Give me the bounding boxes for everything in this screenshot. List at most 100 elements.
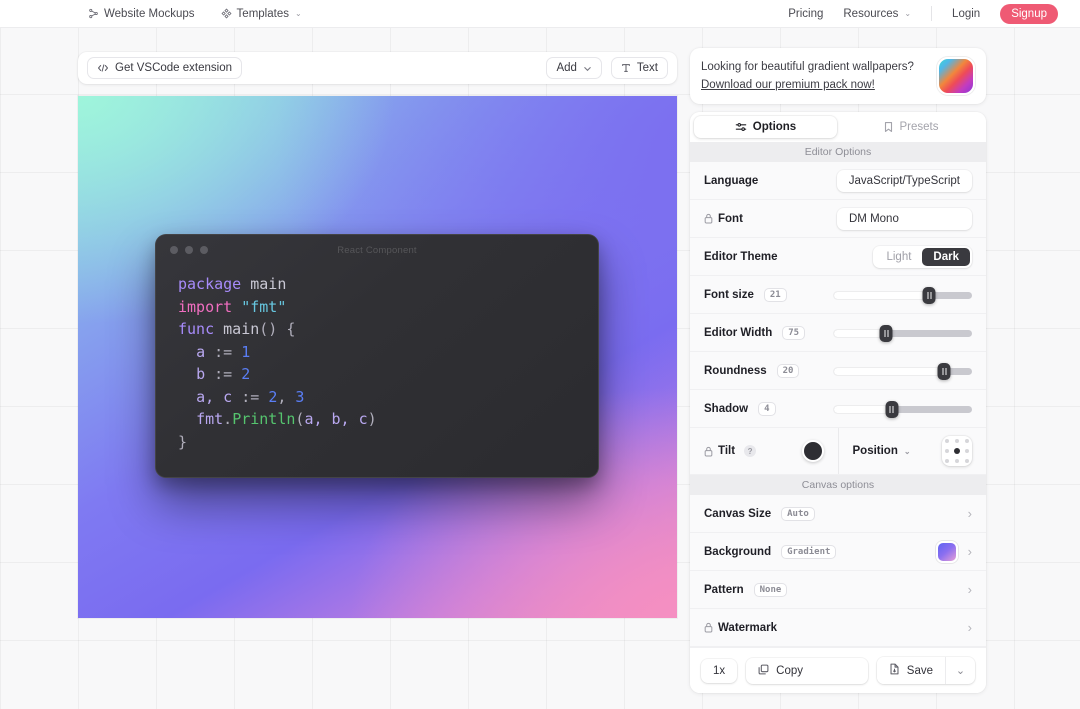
code-token: main [223,320,260,338]
font-size-value: 21 [763,287,787,302]
row-pattern[interactable]: Pattern None › [690,571,986,609]
save-button[interactable]: Save [876,657,945,684]
position-cell-8[interactable] [965,459,969,463]
background-value: Gradient [781,544,837,559]
add-button-label: Add [556,62,577,74]
code-token: . [223,410,233,428]
slider-thumb[interactable] [937,362,951,380]
position-label[interactable]: Position ⌄ [853,445,911,457]
row-canvas-size[interactable]: Canvas Size Auto › [690,495,986,533]
position-label-text: Position [852,445,898,457]
code-line: } [178,431,576,454]
settings-panel: Looking for beautiful gradient wallpaper… [690,48,986,693]
editor-width-slider[interactable] [834,324,972,342]
slider-thumb[interactable] [885,400,899,418]
background-gradient-swatch[interactable] [935,540,958,563]
slider-thumb[interactable] [879,324,893,342]
row-shadow: Shadow 4 [690,390,986,428]
position-cell-6[interactable] [945,459,949,463]
row-editor-theme: Editor Theme Light Dark [690,238,986,276]
position-cell-0[interactable] [945,439,949,443]
font-select[interactable]: DM Mono [837,207,972,230]
position-grid-icon[interactable] [942,436,972,466]
code-token: 2 [241,365,251,383]
copy-button[interactable]: Copy [746,657,868,684]
code-token: := [232,387,269,406]
save-options-caret[interactable]: ⌄ [945,657,975,684]
position-cell-5[interactable] [965,449,969,453]
tilt-cell: Tilt ? [690,428,838,474]
code-token: a, c [196,387,233,406]
slider-fill [834,405,892,413]
tilt-color-swatch[interactable] [801,440,824,462]
add-button[interactable]: Add [546,57,602,79]
chevron-down-icon [583,64,592,73]
navbar-left-group: Website Mockups Templates ⌄ [88,8,302,20]
font-label-text: Font [718,212,743,225]
lock-icon [704,622,713,633]
nav-item-templates[interactable]: Templates ⌄ [221,8,302,20]
tab-presets-label: Presets [899,121,939,133]
tab-presets[interactable]: Presets [839,116,982,138]
shadow-slider[interactable] [834,400,972,418]
code-editor-content[interactable]: package main import "fmt" func main() { a … [156,265,598,461]
nav-item-label: Website Mockups [104,7,195,20]
theme-option-dark[interactable]: Dark [922,247,970,266]
help-icon[interactable]: ? [744,445,757,457]
code-window-title[interactable]: React Component [156,245,598,256]
code-window-inner: React Component package main import "fmt"… [156,235,598,477]
text-button[interactable]: Text [610,57,668,79]
navbar-right-group: Pricing Resources ⌄ Login Signup [788,3,1058,24]
code-token: ) [367,410,377,428]
theme-option-light[interactable]: Light [875,248,922,266]
code-line: a := 1 [178,341,576,364]
nav-item-label: Login [952,7,981,20]
row-font-size: Font size 21 [690,276,986,314]
signup-button[interactable]: Signup [1000,3,1058,24]
promo-download-link[interactable]: Download our premium pack now! [701,77,875,93]
save-button-group: Save ⌄ [876,657,975,684]
editor-theme-label: Editor Theme [704,250,778,263]
language-select[interactable]: JavaScript/TypeScript [836,169,972,192]
code-window-titlebar: React Component [156,235,598,265]
nav-item-login[interactable]: Login [952,8,980,20]
code-line: fmt.Println(a, b, c) [178,408,576,431]
row-language: Language JavaScript/TypeScript [690,162,986,200]
language-label: Language [704,174,759,187]
row-background[interactable]: Background Gradient › [690,533,986,571]
roundness-slider[interactable] [834,362,972,380]
file-download-icon [889,663,900,678]
text-button-label: Text [636,62,658,74]
chevron-down-icon: ⌄ [904,9,912,18]
share-nodes-icon [88,8,99,19]
navbar-divider [931,6,933,21]
position-cell-2[interactable] [965,439,969,443]
preview-canvas[interactable]: React Component package main import "fmt"… [78,96,677,618]
editor-width-label-text: Editor Width [704,326,773,339]
slider-thumb[interactable] [922,286,936,304]
roundness-label-text: Roundness [704,364,767,377]
position-cell-7[interactable] [955,459,959,463]
editor-options-section-title: Editor Options [690,142,986,162]
position-cell-1[interactable] [955,439,959,443]
scale-button[interactable]: 1x [701,658,738,683]
nav-item-pricing[interactable]: Pricing [788,8,823,20]
position-cell-4[interactable] [954,448,960,454]
get-vscode-extension-button[interactable]: Get VSCode extension [87,57,242,79]
promo-card[interactable]: Looking for beautiful gradient wallpaper… [690,48,986,104]
code-window-mockup[interactable]: React Component package main import "fmt"… [155,234,599,478]
tab-options[interactable]: Options [694,116,837,138]
nav-item-resources[interactable]: Resources ⌄ [843,8,911,20]
watermark-label: Watermark [704,622,777,634]
code-token: b [196,365,206,383]
nav-item-website-mockups[interactable]: Website Mockups [88,8,195,20]
background-label: Background Gradient [704,544,837,559]
row-editor-width: Editor Width 75 [690,314,986,352]
row-watermark[interactable]: Watermark › [690,609,986,647]
font-label: Font [704,213,743,225]
position-cell-3[interactable] [945,449,949,453]
font-size-slider[interactable] [834,286,972,304]
code-token: 1 [241,342,251,361]
